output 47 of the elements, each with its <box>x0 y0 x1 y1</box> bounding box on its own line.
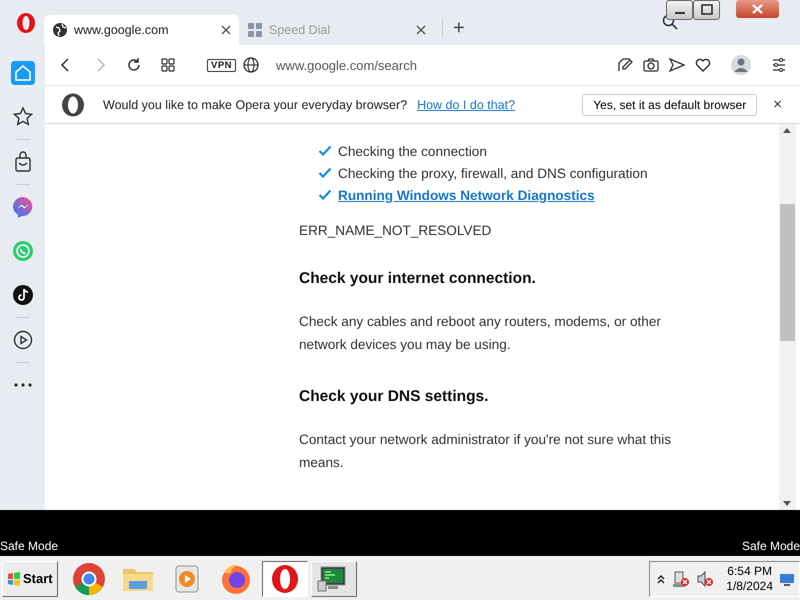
close-button[interactable] <box>736 0 779 18</box>
settings-sliders-icon[interactable] <box>771 57 787 73</box>
check-item: Checking the proxy, firewall, and DNS configuration <box>338 166 648 180</box>
section-text: Check any cables and reboot any routers, modems, or other network devices you may be using. <box>299 313 662 354</box>
globe-icon <box>52 22 68 38</box>
clock-time: 6:54 PM <box>727 564 772 578</box>
send-icon[interactable] <box>667 55 687 75</box>
scrollbar[interactable] <box>779 124 796 510</box>
avatar-icon[interactable] <box>730 54 752 76</box>
start-button[interactable]: Start <box>2 560 58 596</box>
clock-date: 1/8/2024 <box>726 578 773 594</box>
diagnostics-link[interactable]: Running Windows Network Diagnostics <box>338 188 595 202</box>
section-text: Contact your network administrator if you're not sure what this means. <box>299 431 672 472</box>
chrome-icon[interactable] <box>70 560 107 596</box>
messenger-icon[interactable] <box>10 195 34 219</box>
music-note-icon[interactable] <box>10 283 34 307</box>
close-icon[interactable] <box>416 25 426 35</box>
default-browser-button[interactable]: Yes, set it as default browser <box>582 94 758 116</box>
close-button[interactable]: × <box>773 96 782 113</box>
show-desktop-icon[interactable] <box>779 572 795 586</box>
safe-mode-label: Safe Mode <box>0 539 58 555</box>
address-field[interactable]: www.google.com/search <box>276 58 612 72</box>
error-code: ERR_NAME_NOT_RESOLVED <box>299 223 492 238</box>
opera-logo <box>61 92 85 116</box>
check-icon <box>318 189 332 201</box>
section-heading: Check your internet connection. <box>299 270 537 288</box>
volume-muted-icon[interactable] <box>696 570 714 588</box>
safe-mode-label: Safe Mode <box>742 539 800 555</box>
network-error-icon[interactable] <box>672 570 690 588</box>
section-heading: Check your DNS settings. <box>299 388 490 406</box>
close-icon[interactable] <box>221 25 231 35</box>
opera-logo[interactable] <box>14 12 38 34</box>
maximize-button[interactable] <box>693 0 720 20</box>
banner-message: Would you like to make Opera your everyday browser? <box>103 98 408 112</box>
check-icon <box>318 167 332 179</box>
new-tab-button[interactable]: + <box>442 18 465 38</box>
help-link[interactable]: How do I do that? <box>417 98 516 112</box>
windows-logo <box>7 572 21 586</box>
check-item: Checking the connection <box>338 144 487 158</box>
check-icon <box>318 145 332 157</box>
globe-icon[interactable] <box>242 56 260 74</box>
chevron-up-icon[interactable] <box>656 572 666 584</box>
vpn-badge[interactable]: VPN <box>207 58 236 72</box>
grid-icon <box>247 22 263 38</box>
home-icon[interactable] <box>10 61 34 85</box>
minimize-button[interactable] <box>666 0 693 20</box>
browser-tab[interactable]: www.google.com <box>44 15 239 45</box>
